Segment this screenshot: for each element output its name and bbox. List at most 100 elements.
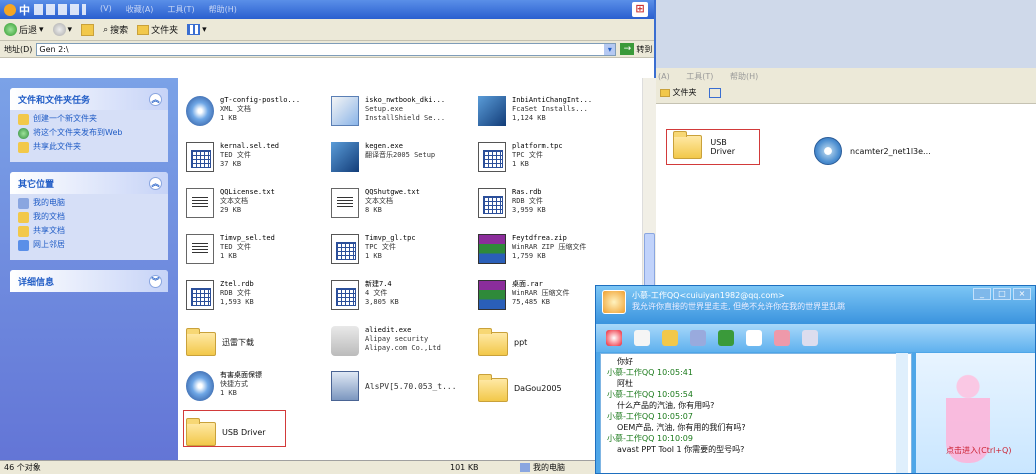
chevron-down-icon[interactable]: ▾ [68,25,73,35]
menu-item[interactable]: 工具(T) [686,72,713,81]
file-item[interactable]: 有害桌面保镖 快捷方式 1 KB [186,371,331,401]
file-name: 桌面.rar [512,280,543,288]
task-new-folder[interactable]: 创建一个新文件夹 [18,114,160,125]
file-name: ppt [514,337,528,347]
back-label: 后退 [19,26,38,36]
total-size: 101 KB [450,463,479,472]
grid-file-icon [478,142,506,172]
file-size: 1 KB [220,114,237,122]
task-share-folder[interactable]: 共享此文件夹 [18,142,160,153]
menu-item[interactable]: (A) [658,72,670,81]
chevron-down-icon[interactable]: ▾ [39,25,44,35]
winrar-icon [478,234,506,264]
installer-item[interactable]: ncamter2_net1l3e... [814,137,931,165]
file-name: 新建7.4 [365,280,392,288]
title-bar[interactable]: 中 (V) 收藏(A) 工具(T) 帮助(H) ⊞ [0,0,654,19]
forward-button[interactable]: ▾ [52,23,73,36]
folder-item[interactable]: 迅雷下载 [186,328,331,356]
views-icon[interactable] [709,87,722,98]
documents-icon [18,212,29,223]
voice-icon[interactable] [634,330,650,346]
back-button[interactable]: 后退 ▾ [4,23,44,36]
picture-icon[interactable] [690,330,706,346]
group-title: 其它位置 [18,179,55,190]
folders-button[interactable]: 文件夹 [673,88,697,97]
app-icon[interactable] [746,330,762,346]
menu-item[interactable]: 帮助(H) [730,72,758,81]
usb-driver-folder[interactable]: USB Driver [666,129,760,165]
send-file-icon[interactable] [662,330,678,346]
message-scrollbar[interactable] [896,353,908,473]
file-list: gT-config-postlo... XML 文档 1 KB isko_nwtbo… [178,78,642,462]
place-network[interactable]: 网上邻居 [18,240,160,251]
minimize-button[interactable]: _ [973,288,991,300]
file-type: Alipay security [365,335,429,343]
file-item[interactable]: Timvp_sel.ted TED 文件 1 KB [186,234,331,264]
screenshot-icon[interactable] [718,330,734,346]
dropdown-arrow-icon[interactable]: ▾ [604,43,616,55]
qq-chat-window[interactable]: 小慕-工作QQ<cuiuiyan1982@qq.com> 我允许你直接的世界里走… [595,285,1036,474]
file-item[interactable]: AlsPV[5.70.053_t... [331,371,476,401]
collapse-icon[interactable]: ︽ [149,176,162,190]
ime-toolbar-icons[interactable] [34,4,86,15]
address-value: Gen 2:\ [39,44,69,54]
views-icon [187,24,201,35]
file-item[interactable]: Timvp_gl.tpc TPC 文件 1 KB [331,234,476,264]
task-label: 将这个文件夹发布到Web [33,128,123,137]
file-item[interactable]: 新建7.4 4 文件 3,805 KB [331,280,476,310]
file-item[interactable]: Ras.rdb RDB 文件 3,959 KB [478,188,623,218]
up-folder-icon [81,23,95,36]
cd-installer-icon [814,137,842,165]
folder-icon [137,24,150,35]
remote-icon[interactable] [774,330,790,346]
file-tasks-header[interactable]: 文件和文件夹任务 ︽ [10,88,168,110]
file-item[interactable]: kegen.exe 翻译音乐2005 Setup [331,142,476,172]
qq-show-panel[interactable]: 点击进入(Ctrl+Q) [916,353,1035,473]
message-history[interactable]: 你好 小慕-工作QQ 10:05:41 阿杜 小慕-工作QQ 10:05:54 … [600,353,912,473]
menu-item[interactable]: 工具(T) [167,4,194,15]
collapse-icon[interactable]: ︽ [149,92,162,106]
folders-button[interactable]: 文件夹 [137,23,178,36]
go-button[interactable]: → 转到 [620,43,652,55]
video-icon[interactable] [606,330,622,346]
task-publish-web[interactable]: 将这个文件夹发布到Web [18,128,160,139]
other-places-header[interactable]: 其它位置 ︽ [10,172,168,194]
forward-arrow-icon [52,23,66,36]
message-header: 小慕-工作QQ 10:05:07 [607,412,693,421]
place-my-documents[interactable]: 我的文档 [18,212,160,223]
file-item[interactable]: gT-config-postlo... XML 文档 1 KB [186,96,331,126]
menu-item[interactable]: 收藏(A) [126,4,154,15]
file-item[interactable]: InbiAntiChangInt... FcaSet Installs... 1,1… [478,96,623,126]
file-item[interactable]: isko_nwtbook_dki... Setup.exe InstallShiel… [331,96,476,126]
file-item[interactable]: aliedit.exe Alipay security Alipay.com Co.… [331,326,476,356]
text-file-icon [331,188,359,218]
up-button[interactable] [81,23,95,36]
place-label: 网上邻居 [33,240,65,249]
search-button[interactable]: ⌕ 搜索 [103,23,128,37]
maximize-button[interactable]: □ [993,288,1011,300]
file-item[interactable]: platform.tpc TPC 文件 1 KB [478,142,623,172]
message-body: OEM产品, 汽油, 你有用的我们有吗? [617,423,746,432]
toolbar: 后退 ▾ ▾ ⌕ 搜索 文件夹 ▾ [0,19,654,41]
grid-file-icon [186,142,214,172]
file-item[interactable]: Feytdfrea.zip WinRAR ZIP 压缩文件 1,759 KB [478,234,623,264]
menu-item[interactable]: (V) [100,4,112,15]
file-type: TPC 文件 [365,243,396,251]
details-header[interactable]: 详细信息 ︾ [10,270,168,292]
more-icon[interactable] [802,330,818,346]
chat-title-bar[interactable]: 小慕-工作QQ<cuiuiyan1982@qq.com> 我允许你直接的世界里走… [596,286,1035,324]
qq-show-link[interactable]: 点击进入(Ctrl+Q) [946,445,1011,456]
close-button[interactable]: × [1013,288,1031,300]
avatar[interactable] [602,290,626,314]
views-button[interactable]: ▾ [187,24,207,35]
file-size: 1,759 KB [512,252,546,260]
file-item[interactable]: kernal.sel.ted TED 文件 37 KB [186,142,331,172]
expand-icon[interactable]: ︾ [149,274,162,288]
menu-item[interactable]: 帮助(H) [209,4,237,15]
file-item[interactable]: Ztel.rdb RDB 文件 1,593 KB [186,280,331,310]
address-input[interactable]: Gen 2:\ ▾ [36,42,617,56]
file-item[interactable]: QQShutgwe.txt 文本文档 8 KB [331,188,476,218]
place-my-computer[interactable]: 我的电脑 [18,198,160,209]
place-shared-documents[interactable]: 共享文档 [18,226,160,237]
file-item[interactable]: QQLicense.txt 文本文档 29 KB [186,188,331,218]
